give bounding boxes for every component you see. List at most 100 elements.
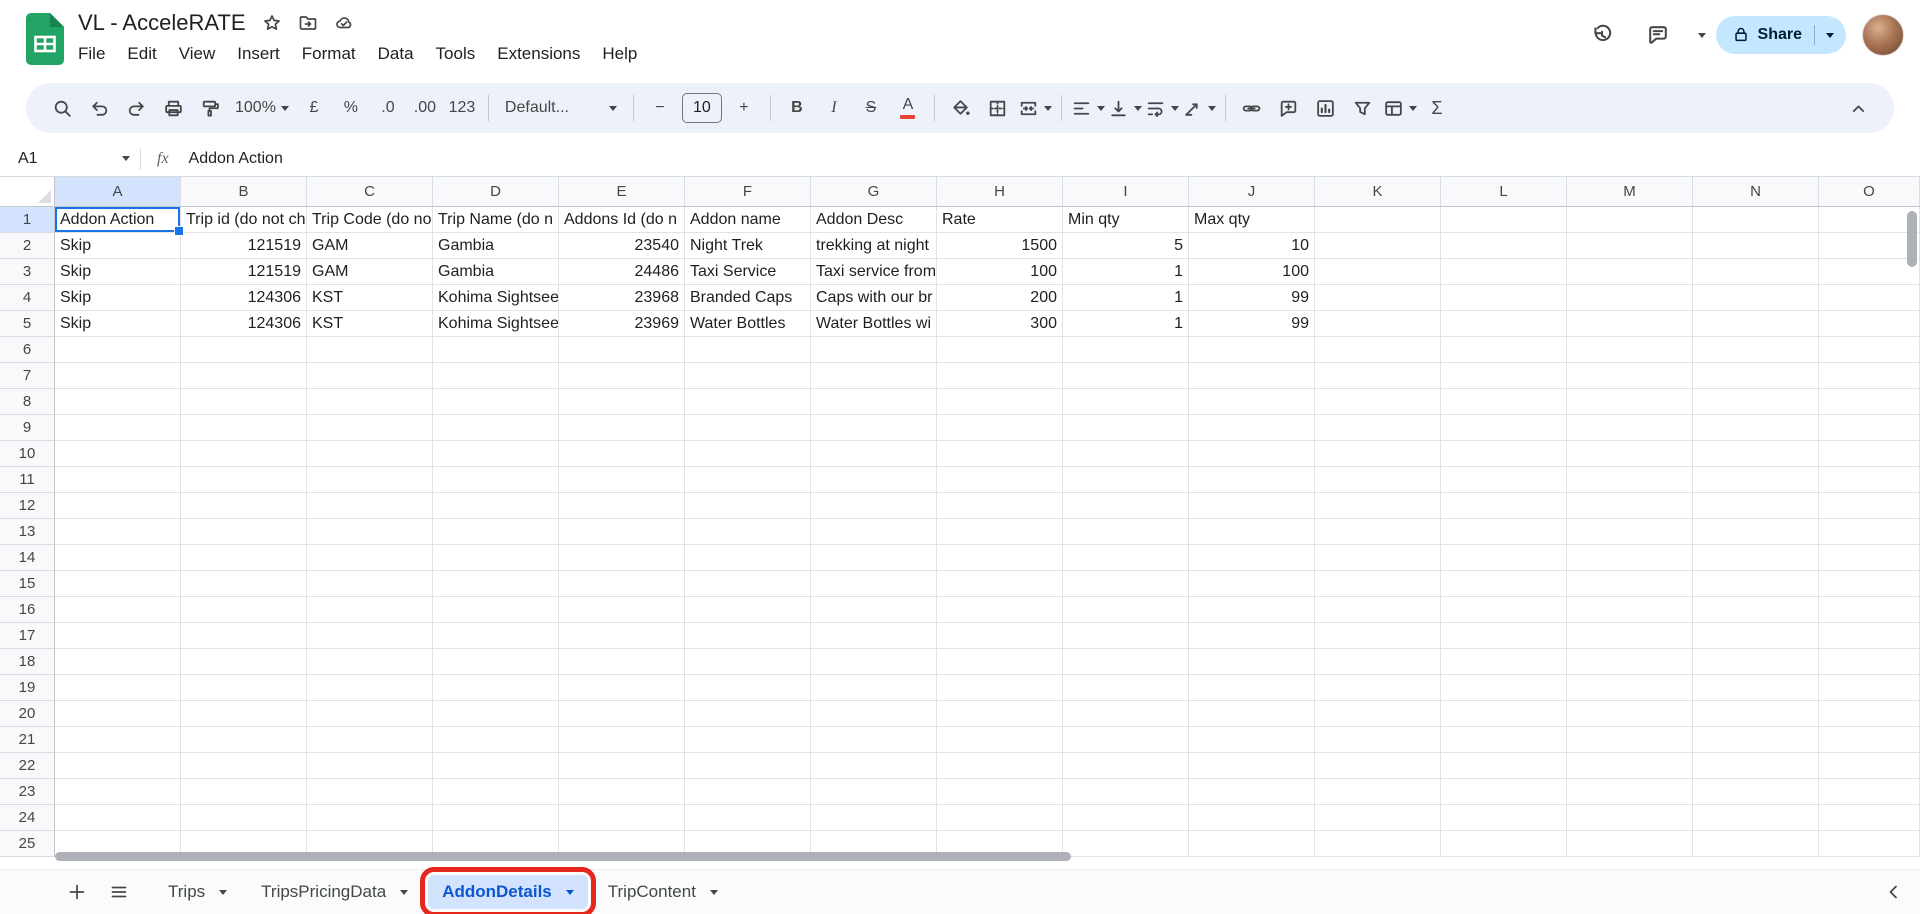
cell-O25[interactable] <box>1819 831 1920 857</box>
column-header-J[interactable]: J <box>1189 177 1315 207</box>
cell-E7[interactable] <box>559 363 685 389</box>
cell-A2[interactable]: Skip <box>55 233 181 259</box>
menu-format[interactable]: Format <box>291 41 367 67</box>
cell-A22[interactable] <box>55 753 181 779</box>
cell-A4[interactable]: Skip <box>55 285 181 311</box>
cell-M18[interactable] <box>1567 649 1693 675</box>
cell-L20[interactable] <box>1441 701 1567 727</box>
cell-A8[interactable] <box>55 389 181 415</box>
cell-J14[interactable] <box>1189 545 1315 571</box>
cell-H9[interactable] <box>937 415 1063 441</box>
move-folder-icon[interactable] <box>298 13 318 33</box>
share-button[interactable]: Share <box>1716 16 1846 54</box>
insert-link-button[interactable] <box>1234 90 1270 126</box>
menu-extensions[interactable]: Extensions <box>486 41 591 67</box>
cell-M23[interactable] <box>1567 779 1693 805</box>
cell-L22[interactable] <box>1441 753 1567 779</box>
cloud-saved-icon[interactable] <box>334 13 354 33</box>
cell-F18[interactable] <box>685 649 811 675</box>
row-header-1[interactable]: 1 <box>0 207 55 233</box>
cell-G11[interactable] <box>811 467 937 493</box>
cell-N12[interactable] <box>1693 493 1819 519</box>
column-header-G[interactable]: G <box>811 177 937 207</box>
cell-B20[interactable] <box>181 701 307 727</box>
cell-L1[interactable] <box>1441 207 1567 233</box>
cell-C8[interactable] <box>307 389 433 415</box>
share-menu-icon[interactable] <box>1826 33 1834 38</box>
cell-H22[interactable] <box>937 753 1063 779</box>
column-header-O[interactable]: O <box>1819 177 1920 207</box>
cell-J2[interactable]: 10 <box>1189 233 1315 259</box>
cell-C9[interactable] <box>307 415 433 441</box>
cell-I13[interactable] <box>1063 519 1189 545</box>
cell-E4[interactable]: 23968 <box>559 285 685 311</box>
cell-H12[interactable] <box>937 493 1063 519</box>
cell-K14[interactable] <box>1315 545 1441 571</box>
italic-button[interactable]: I <box>816 90 852 126</box>
cell-N15[interactable] <box>1693 571 1819 597</box>
cell-N24[interactable] <box>1693 805 1819 831</box>
row-header-4[interactable]: 4 <box>0 285 55 311</box>
cell-K9[interactable] <box>1315 415 1441 441</box>
row-header-17[interactable]: 17 <box>0 623 55 649</box>
cell-F10[interactable] <box>685 441 811 467</box>
row-header-10[interactable]: 10 <box>0 441 55 467</box>
cell-E2[interactable]: 23540 <box>559 233 685 259</box>
cell-A14[interactable] <box>55 545 181 571</box>
cell-A15[interactable] <box>55 571 181 597</box>
cell-C3[interactable]: GAM <box>307 259 433 285</box>
cell-E10[interactable] <box>559 441 685 467</box>
cell-C2[interactable]: GAM <box>307 233 433 259</box>
cell-E22[interactable] <box>559 753 685 779</box>
menu-tools[interactable]: Tools <box>425 41 487 67</box>
cell-D13[interactable] <box>433 519 559 545</box>
cell-J15[interactable] <box>1189 571 1315 597</box>
cell-J22[interactable] <box>1189 753 1315 779</box>
cell-H15[interactable] <box>937 571 1063 597</box>
cell-I18[interactable] <box>1063 649 1189 675</box>
cell-I20[interactable] <box>1063 701 1189 727</box>
cell-J7[interactable] <box>1189 363 1315 389</box>
cell-J10[interactable] <box>1189 441 1315 467</box>
cell-K16[interactable] <box>1315 597 1441 623</box>
row-header-14[interactable]: 14 <box>0 545 55 571</box>
cell-B8[interactable] <box>181 389 307 415</box>
cell-K7[interactable] <box>1315 363 1441 389</box>
cell-I4[interactable]: 1 <box>1063 285 1189 311</box>
cell-D8[interactable] <box>433 389 559 415</box>
cell-N18[interactable] <box>1693 649 1819 675</box>
cell-J13[interactable] <box>1189 519 1315 545</box>
cell-O10[interactable] <box>1819 441 1920 467</box>
row-header-9[interactable]: 9 <box>0 415 55 441</box>
cell-K23[interactable] <box>1315 779 1441 805</box>
cell-J23[interactable] <box>1189 779 1315 805</box>
cell-J21[interactable] <box>1189 727 1315 753</box>
cell-C20[interactable] <box>307 701 433 727</box>
row-header-19[interactable]: 19 <box>0 675 55 701</box>
cell-M10[interactable] <box>1567 441 1693 467</box>
cell-G6[interactable] <box>811 337 937 363</box>
cell-A20[interactable] <box>55 701 181 727</box>
cell-K18[interactable] <box>1315 649 1441 675</box>
cell-J1[interactable]: Max qty <box>1189 207 1315 233</box>
cell-L17[interactable] <box>1441 623 1567 649</box>
row-header-15[interactable]: 15 <box>0 571 55 597</box>
cell-M22[interactable] <box>1567 753 1693 779</box>
cell-C17[interactable] <box>307 623 433 649</box>
cell-N23[interactable] <box>1693 779 1819 805</box>
cell-O9[interactable] <box>1819 415 1920 441</box>
account-avatar[interactable] <box>1862 14 1904 56</box>
row-header-23[interactable]: 23 <box>0 779 55 805</box>
cell-O19[interactable] <box>1819 675 1920 701</box>
cell-G9[interactable] <box>811 415 937 441</box>
cell-N13[interactable] <box>1693 519 1819 545</box>
cell-I19[interactable] <box>1063 675 1189 701</box>
join-call-button[interactable] <box>1691 33 1706 38</box>
cell-C6[interactable] <box>307 337 433 363</box>
cell-A6[interactable] <box>55 337 181 363</box>
cell-E11[interactable] <box>559 467 685 493</box>
cell-E1[interactable]: Addons Id (do n <box>559 207 685 233</box>
cell-G4[interactable]: Caps with our br <box>811 285 937 311</box>
column-header-E[interactable]: E <box>559 177 685 207</box>
cell-M21[interactable] <box>1567 727 1693 753</box>
